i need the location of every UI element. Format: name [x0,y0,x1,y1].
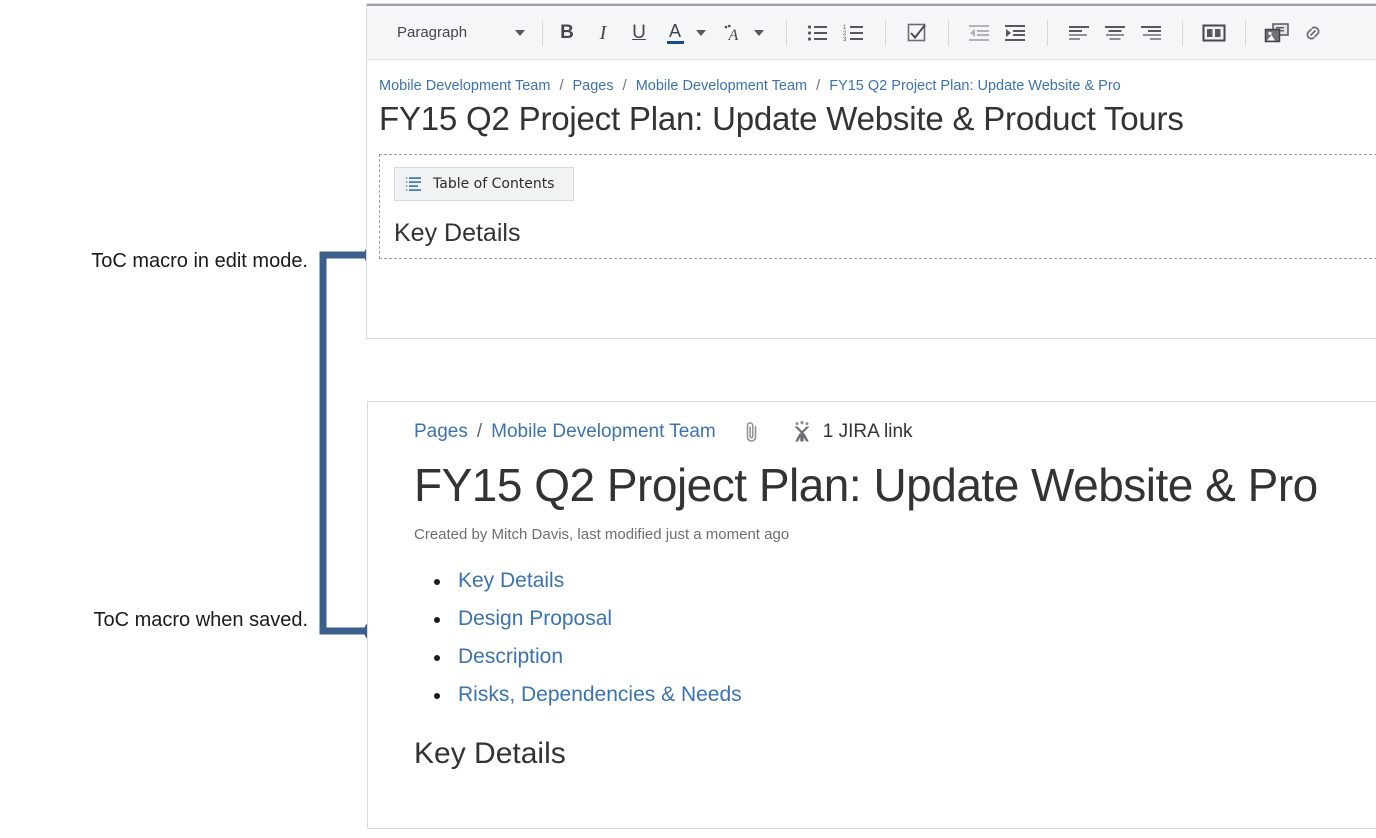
svg-text:3: 3 [843,37,847,42]
bold-icon: B [560,22,574,43]
breadcrumb-item-pages[interactable]: Pages [573,78,614,94]
task-checkbox-icon [907,23,926,41]
breadcrumb-item-current[interactable]: FY15 Q2 Project Plan: Update Website & P… [829,78,1121,94]
bold-button[interactable]: B [552,18,582,48]
list-item[interactable]: Design Proposal [428,607,1376,631]
jira-link-indicator[interactable]: 1 JIRA link [790,420,913,444]
text-color-button[interactable]: A [660,18,690,48]
breadcrumb-item-pages[interactable]: Pages [414,421,468,443]
align-left-icon [1069,25,1089,40]
jira-link-text: 1 JIRA link [822,421,913,442]
insert-link-button[interactable] [1298,18,1328,48]
editor-page-title[interactable]: FY15 Q2 Project Plan: Update Website & P… [379,100,1376,138]
chevron-down-icon [515,29,525,36]
indent-icon [1005,24,1025,41]
align-left-button[interactable] [1064,18,1094,48]
chevron-down-icon [754,29,764,36]
view-page-title: FY15 Q2 Project Plan: Update Website & P… [414,459,1318,511]
numbered-list-button[interactable]: 1 2 3 [839,18,869,48]
align-center-icon [1105,25,1125,40]
toc-link[interactable]: Design Proposal [458,607,612,630]
text-color-icon: A [666,22,684,44]
page-layout-button[interactable] [1199,18,1229,48]
page-layout-icon [1202,24,1226,41]
link-icon [1306,26,1320,39]
toolbar-divider [542,19,543,46]
list-item[interactable]: Risks, Dependencies & Needs [428,683,1376,707]
annotation-label-edit-mode: ToC macro in edit mode. [91,250,308,272]
annotation-label-saved: ToC macro when saved. [93,609,308,631]
view-breadcrumb-row: Pages / Mobile Development Team 1 JIRA l… [414,420,1376,444]
toc-macro-label: Table of Contents [433,176,555,192]
underline-button[interactable]: U [624,18,654,48]
breadcrumb-separator: / [476,421,483,442]
outdent-icon [969,24,989,41]
indent-button[interactable] [1001,18,1031,48]
toc-macro-chip[interactable]: Table of Contents [394,167,574,201]
breadcrumb-separator: / [816,78,821,94]
list-item[interactable]: Key Details [428,569,1376,593]
task-list-button[interactable] [902,18,932,48]
toc-macro-placeholder-region[interactable]: Table of Contents Key Details [379,154,1376,259]
toc-link[interactable]: Risks, Dependencies & Needs [458,683,742,706]
confluence-view-panel: Pages / Mobile Development Team 1 JIRA l… [367,401,1376,829]
confluence-editor-panel: Paragraph B I U A A 1 2 3 Mobile Develop… [366,3,1376,339]
editor-content-area[interactable]: Mobile Development Team / Pages / Mobile… [367,60,1376,259]
outdent-button[interactable] [965,18,995,48]
bullet-list-button[interactable] [803,18,833,48]
editor-toolbar: Paragraph B I U A A 1 2 3 [367,4,1376,60]
view-heading-key-details: Key Details [414,737,566,770]
breadcrumb-separator: / [622,78,627,94]
align-center-button[interactable] [1100,18,1130,48]
italic-icon: I [599,21,607,44]
svg-text:A: A [728,27,739,43]
more-formatting-dropdown-button[interactable] [748,18,770,48]
editor-breadcrumb: Mobile Development Team / Pages / Mobile… [379,78,1376,94]
italic-button[interactable]: I [588,18,618,48]
underline-icon: U [632,22,646,43]
align-right-button[interactable] [1136,18,1166,48]
toc-rendered-list: Key Details Design Proposal Description … [428,569,1376,707]
breadcrumb-item-parent[interactable]: Mobile Development Team [636,78,807,94]
paragraph-style-select[interactable]: Paragraph [381,18,533,48]
toc-list-icon [405,177,421,191]
editor-heading-key-details[interactable]: Key Details [394,219,1376,248]
breadcrumb-item-space[interactable]: Mobile Development Team [491,421,716,443]
list-item[interactable]: Description [428,645,1376,669]
bullet-list-icon [807,24,827,41]
formatting-a-icon: A [724,24,739,43]
breadcrumb-item-space[interactable]: Mobile Development Team [379,78,550,94]
jira-icon [794,421,810,442]
text-color-dropdown-button[interactable] [690,18,712,48]
more-formatting-button[interactable]: A [718,18,748,48]
chevron-down-icon [696,29,706,36]
align-right-icon [1141,25,1161,40]
paperclip-icon[interactable] [744,420,760,444]
numbered-list-icon: 1 2 3 [843,25,863,42]
breadcrumb-separator: / [559,78,564,94]
insert-image-button[interactable] [1262,18,1292,48]
page-byline: Created by Mitch Davis, last modified ju… [414,526,790,543]
insert-image-icon [1264,22,1289,42]
toc-link[interactable]: Key Details [458,569,564,592]
toc-link[interactable]: Description [458,645,563,668]
paragraph-style-value: Paragraph [397,24,468,41]
